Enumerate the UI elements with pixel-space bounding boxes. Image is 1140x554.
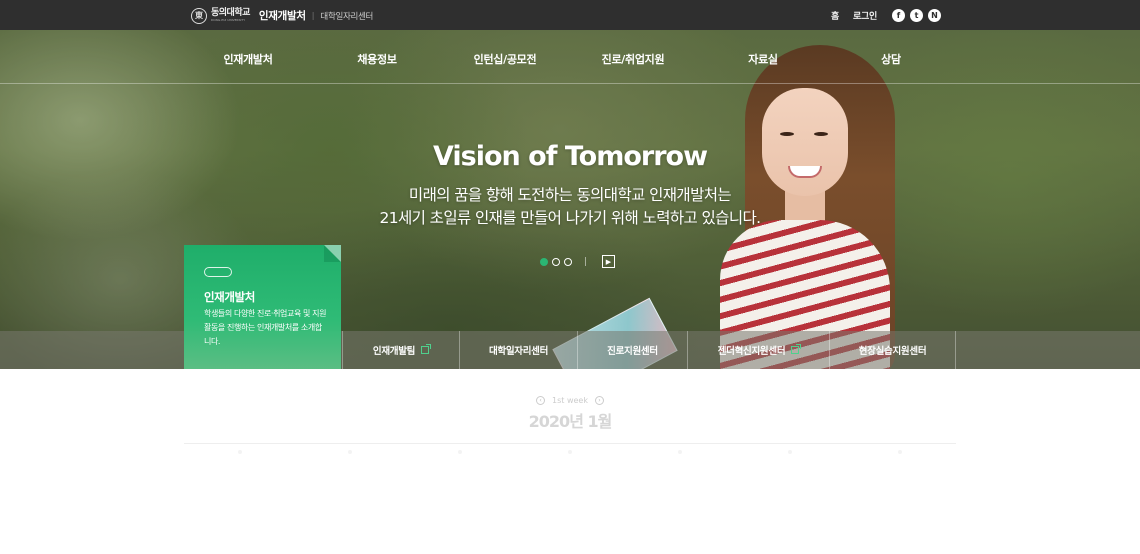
quicklink-hr-team[interactable]: 인재개발팀 xyxy=(342,331,459,369)
university-seal-icon: 東 xyxy=(191,7,207,24)
play-icon[interactable]: ▶ xyxy=(602,255,615,268)
intro-card-description: 학생들의 다양한 진로·취업교육 및 지원 활동을 진행하는 인재개발처를 소개… xyxy=(204,309,327,346)
calendar-day-marker xyxy=(678,450,682,454)
quicklink-label: 인재개발팀 xyxy=(372,346,416,357)
hero-subtitle-line-1: 미래의 꿈을 향해 도전하는 동의대학교 인재개발처는 xyxy=(408,186,732,204)
month-label: 2020년 1월 xyxy=(528,412,613,431)
university-name: 동의대학교 DONG-EUI UNIVERSITY xyxy=(211,8,250,23)
hero-subtitle-line-2: 21세기 초일류 인재를 만들어 나가기 위해 노력하고 있습니다. xyxy=(379,209,762,227)
site-sub-brand[interactable]: 대학일자리센터 xyxy=(320,10,373,22)
calendar-day-marker xyxy=(348,450,352,454)
quicklink-gender-center[interactable]: 젠더혁신지원센터 xyxy=(687,331,829,369)
calendar-day-marker xyxy=(238,450,242,454)
quicklink-label: 대학일자리센터 xyxy=(488,346,549,357)
slide-dot-2[interactable] xyxy=(552,257,560,266)
calendar-day-marker xyxy=(568,450,572,454)
quick-links-bar: 인재개발팀 대학일자리센터 진로지원센터 젠더혁신지원센터 현장실습지원센터 xyxy=(0,331,1140,369)
home-link[interactable]: 홈 xyxy=(831,9,839,22)
university-logo[interactable]: 東 동의대학교 DONG-EUI UNIVERSITY 인재개발처 | 대학일자… xyxy=(191,7,373,24)
slide-dot-1[interactable] xyxy=(540,257,548,266)
week-label: 1st week xyxy=(552,396,588,405)
slider-divider xyxy=(585,257,586,266)
top-bar: 東 동의대학교 DONG-EUI UNIVERSITY 인재개발처 | 대학일자… xyxy=(0,0,1140,30)
hero-headline: Vision of Tomorrow xyxy=(432,141,708,172)
brand-separator: | xyxy=(311,11,315,20)
facebook-icon[interactable]: f xyxy=(892,9,905,22)
prev-week-icon[interactable]: ‹ xyxy=(536,396,546,405)
external-link-icon xyxy=(421,344,432,354)
intro-card-title: 인재개발처 xyxy=(204,290,255,304)
next-week-icon[interactable]: › xyxy=(594,396,604,405)
intro-card[interactable]: 인재개발처 학생들의 다양한 진로·취업교육 및 지원 활동을 진행하는 인재개… xyxy=(184,245,341,369)
hero-banner: 인재개발처 채용정보 인턴십/공모전 진로/취업지원 자료실 상담 Vision… xyxy=(0,30,1140,369)
quicklink-career-center[interactable]: 진로지원센터 xyxy=(577,331,687,369)
quicklink-field-training-center[interactable]: 현장실습지원센터 xyxy=(829,331,956,369)
external-link-icon xyxy=(791,344,802,354)
quicklink-label: 현장실습지원센터 xyxy=(858,346,927,357)
week-selector: ‹ 1st week › xyxy=(0,396,1140,405)
nav-divider xyxy=(0,83,1140,84)
quicklink-label: 진로지원센터 xyxy=(607,346,658,357)
calendar-divider xyxy=(184,443,956,444)
site-brand[interactable]: 인재개발처 xyxy=(259,8,306,23)
calendar-day-marker xyxy=(788,450,792,454)
nav-item-resources[interactable]: 자료실 xyxy=(703,51,823,67)
nav-item-internship[interactable]: 인턴십/공모전 xyxy=(445,51,565,67)
nav-item-hr-development[interactable]: 인재개발처 xyxy=(188,51,308,67)
nav-item-recruitment[interactable]: 채용정보 xyxy=(317,51,437,67)
nav-item-counseling[interactable]: 상담 xyxy=(831,51,951,67)
calendar-day-marker xyxy=(898,450,902,454)
login-link[interactable]: 로그인 xyxy=(853,9,877,22)
naver-icon[interactable]: N xyxy=(928,9,941,22)
slide-dot-3[interactable] xyxy=(564,257,572,266)
nav-item-career-support[interactable]: 진로/취업지원 xyxy=(573,51,693,67)
calendar-day-marker xyxy=(458,450,462,454)
quicklink-job-center[interactable]: 대학일자리센터 xyxy=(459,331,577,369)
slider-controls: ▶ xyxy=(540,255,615,268)
twitter-icon[interactable]: t xyxy=(910,9,923,22)
quicklink-label: 젠더혁신지원센터 xyxy=(717,346,786,357)
certificate-icon xyxy=(204,267,232,277)
